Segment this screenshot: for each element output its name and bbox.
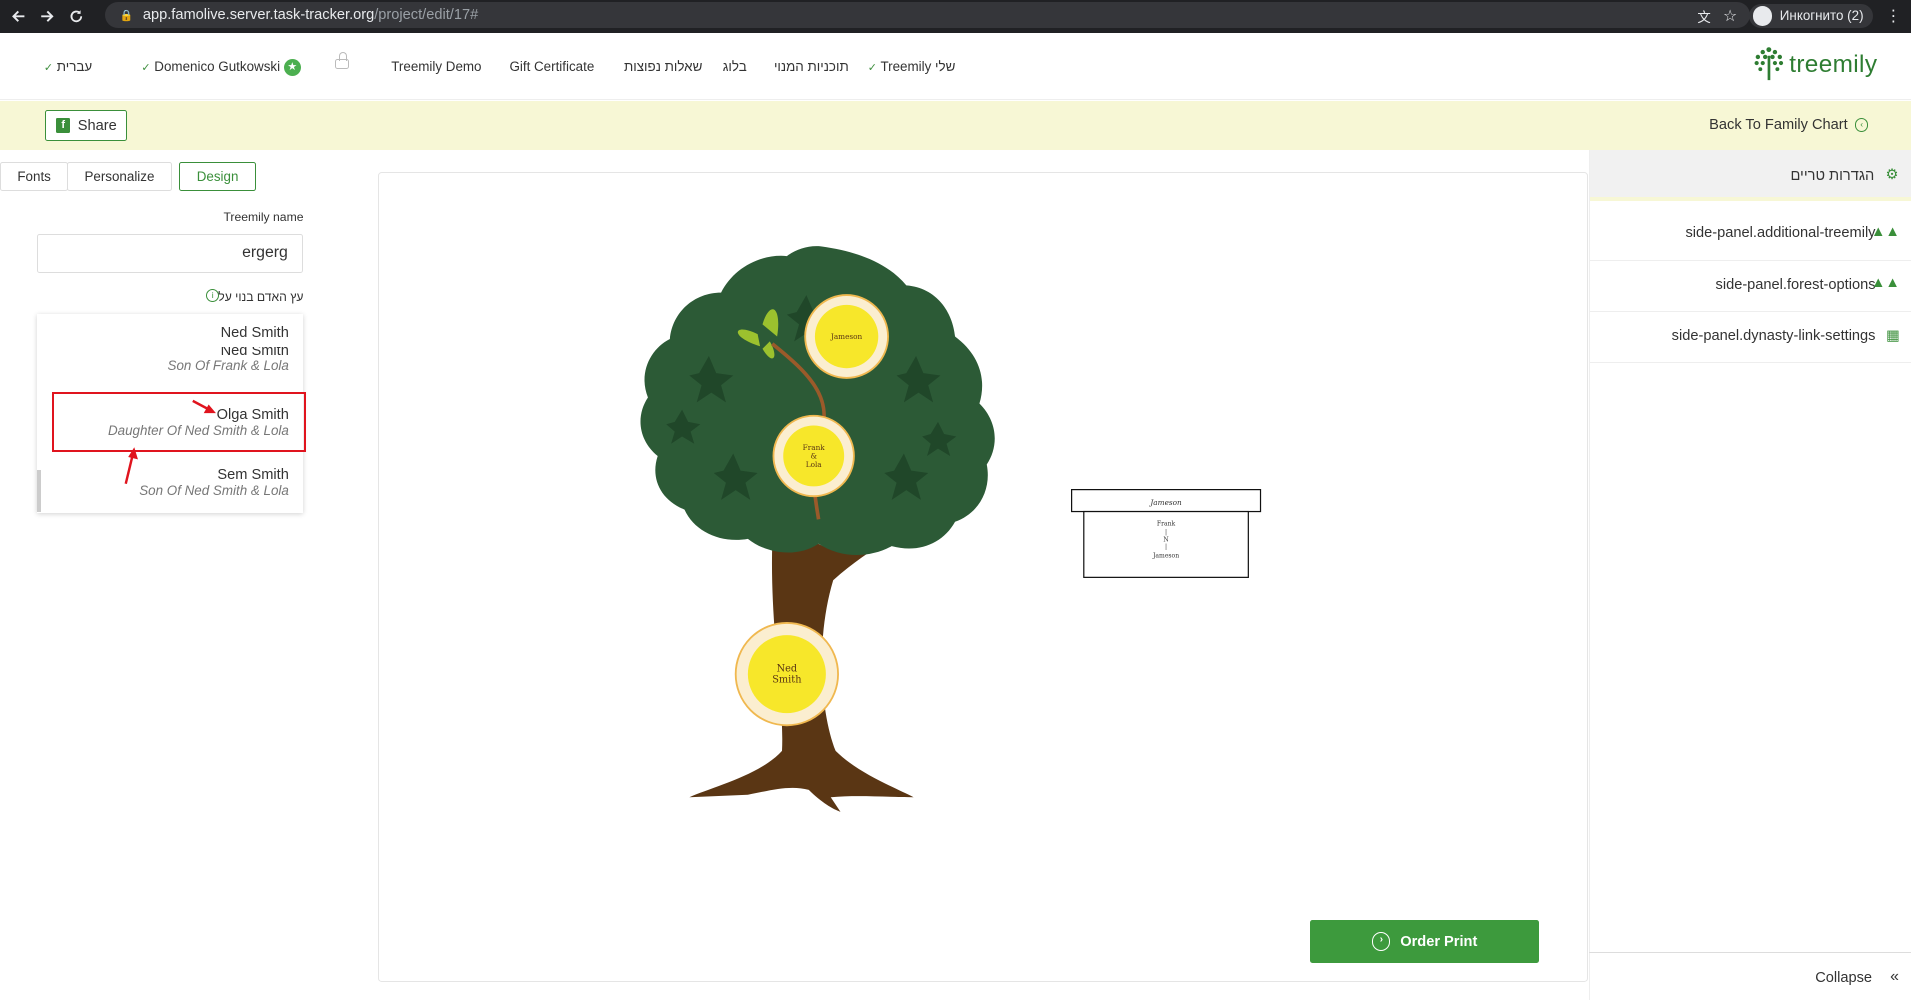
logo-wordmark: treemily <box>1789 50 1878 78</box>
nav-my-treemily[interactable]: ✓ Treemily שלי <box>868 59 956 74</box>
tree-settings-header[interactable]: הגדרות טריים ⚙ <box>1590 149 1911 202</box>
side-panel-item-label: side-panel.dynasty-link-settings <box>1671 327 1876 344</box>
tree-logo-icon <box>1754 47 1783 81</box>
person-base-label: עץ האדם בנוי על <box>218 290 304 305</box>
dropdown-scrollbar[interactable] <box>36 470 42 512</box>
forward-arrow-icon[interactable] <box>37 5 59 27</box>
chevron-right-circle-icon: › <box>1372 932 1391 951</box>
back-label: Back To Family Chart <box>1709 117 1848 133</box>
trees-icon: ▲▲ <box>1870 224 1900 241</box>
side-panel-item-label: side-panel.forest-options <box>1715 276 1876 293</box>
gear-icon: ⚙ <box>1885 166 1899 183</box>
side-panel-item-forest-options[interactable]: side-panel.forest-options ▲▲ <box>1590 261 1911 312</box>
tab-design[interactable]: Design <box>179 162 256 192</box>
treemily-name-input[interactable]: ergerg <box>36 234 304 273</box>
node-mid-label-3: Lola <box>806 460 823 469</box>
app-header: ✓ עברית ✓ Domenico Gutkowski ★ Treemily … <box>0 32 1911 100</box>
incognito-badge[interactable]: Инкогнито (2) <box>1749 3 1874 29</box>
menu-dots-icon[interactable]: ⋮ <box>1886 6 1902 26</box>
language-label: עברית <box>56 58 93 74</box>
mini-line-1: Frank <box>1157 520 1176 527</box>
reload-icon[interactable] <box>66 5 88 27</box>
language-selector[interactable]: ✓ עברית <box>44 59 92 74</box>
annotation-arrows <box>124 399 216 485</box>
facebook-icon: f <box>55 118 71 133</box>
side-panel-item-dynasty-link-settings[interactable]: side-panel.dynasty-link-settings ▦ <box>1590 312 1911 364</box>
lock-icon: 🔒 <box>119 9 134 22</box>
mini-title: Jameson <box>1149 498 1183 507</box>
nav-my-treemily-label: Treemily שלי <box>880 58 956 74</box>
treemily-name-label: Treemily name <box>223 209 304 224</box>
option-name: Ned Smith <box>220 347 289 359</box>
node-bottom-label-1: Ned <box>777 664 798 675</box>
star-icon[interactable]: ☆ <box>1723 6 1737 26</box>
node-top-label: Jameson <box>830 332 863 341</box>
chevron-left-circle-icon: ‹ <box>1855 118 1869 132</box>
family-tree-illustration: Jameson Frank & Lola Ned Smith <box>640 245 996 812</box>
collapse-panel-button[interactable]: Collapse « <box>1589 951 1911 1000</box>
back-to-family-chart-link[interactable]: Back To Family Chart ‹ <box>1709 117 1869 133</box>
address-bar[interactable]: 🔒 app.famolive.server.task-tracker.org/p… <box>104 2 1751 29</box>
nav-gift-certificate[interactable]: Gift Certificate <box>509 59 594 74</box>
tab-fonts[interactable]: Fonts <box>0 162 69 192</box>
double-chevron-left-icon: « <box>1890 967 1899 985</box>
chevron-down-icon: ✓ <box>867 61 877 74</box>
browser-toolbar: 🔒 app.famolive.server.task-tracker.org/p… <box>0 0 1911 33</box>
design-tabs: Fonts Personalize Design <box>0 162 256 192</box>
url-host: app.famolive.server.task-tracker.org <box>142 7 375 24</box>
side-panel-item-label: side-panel.additional-treemily <box>1685 225 1876 242</box>
mini-line-5: Jameson <box>1152 552 1179 559</box>
tree-settings-title: הגדרות טריים <box>1790 168 1875 185</box>
nav-plans[interactable]: תוכניות המנוי <box>774 59 849 74</box>
incognito-icon <box>1752 6 1773 26</box>
nav-blog[interactable]: בלוג <box>723 59 747 74</box>
node-bottom-label-2: Smith <box>773 675 803 686</box>
nav-faq[interactable]: שאלות נפוצות <box>624 59 702 74</box>
chevron-down-icon: ✓ <box>141 61 151 74</box>
premium-star-icon: ★ <box>283 58 301 76</box>
cart-lock-icon[interactable] <box>335 52 349 70</box>
order-print-label: Order Print <box>1400 933 1478 950</box>
mini-line-2: | <box>1165 529 1167 536</box>
back-arrow-icon[interactable] <box>7 5 29 27</box>
settings-side-panel: הגדרות טריים ⚙ side-panel.additional-tre… <box>1589 149 1911 1000</box>
url-path: /project/edit/17# <box>374 7 479 24</box>
mini-line-4: | <box>1165 543 1167 550</box>
list-item[interactable]: Ned Smith Son Of Frank & Lola <box>168 347 289 373</box>
incognito-label: Инкогнито (2) <box>1779 8 1864 24</box>
collapse-label: Collapse <box>1815 969 1873 986</box>
chevron-down-icon: ✓ <box>43 61 54 74</box>
share-button[interactable]: f Share <box>45 109 127 142</box>
action-bar: f Share Back To Family Chart ‹ <box>0 101 1911 150</box>
trees-icon: ▲▲ <box>1870 275 1900 292</box>
dropdown-selected-value: Ned Smith <box>220 325 289 342</box>
mini-tree-preview: Jameson Frank | N | Jameson <box>1071 488 1262 578</box>
user-name: Domenico Gutkowski <box>154 58 281 74</box>
translate-icon[interactable]: 文 <box>1697 6 1710 26</box>
grid-icon: ▦ <box>1886 327 1900 344</box>
option-relation: Son Of Frank & Lola <box>167 358 289 374</box>
tab-personalize[interactable]: Personalize <box>67 162 172 192</box>
order-print-button[interactable]: › Order Print <box>1310 920 1540 963</box>
treemily-logo[interactable]: treemily <box>1753 46 1878 83</box>
mini-line-3: N <box>1164 536 1170 543</box>
user-menu[interactable]: ✓ Domenico Gutkowski ★ <box>141 58 301 76</box>
side-panel-item-additional-treemily[interactable]: side-panel.additional-treemily ▲▲ <box>1590 210 1911 261</box>
nav-treemily-demo[interactable]: Treemily Demo <box>391 59 481 74</box>
share-label: Share <box>77 117 117 134</box>
